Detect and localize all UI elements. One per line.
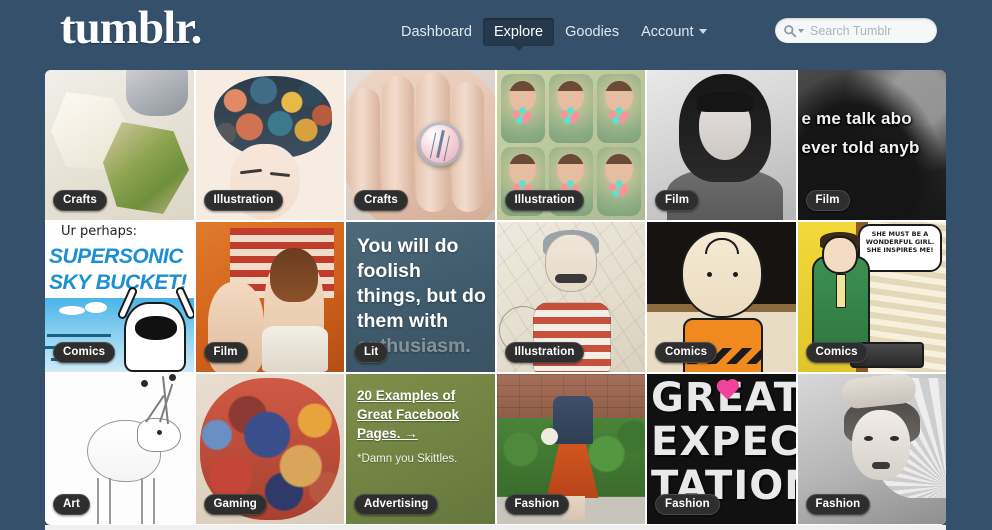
- tile-tag[interactable]: Crafts: [53, 190, 107, 211]
- nav-item-dashboard[interactable]: Dashboard: [390, 18, 483, 46]
- explore-tile[interactable]: Crafts: [346, 70, 495, 220]
- quote-visible-part: You will do foolish things, but do them …: [357, 235, 486, 332]
- tile-tag[interactable]: Film: [203, 342, 248, 363]
- explore-tile[interactable]: Illustration: [496, 222, 645, 372]
- decor-shape: [835, 274, 846, 308]
- page-bottom-strip: [45, 525, 946, 530]
- decor-shape: [153, 478, 155, 524]
- tile-tag[interactable]: Film: [655, 190, 700, 211]
- film-subtitle-line-1: e me talk abo: [801, 109, 912, 128]
- nav-item-goodies[interactable]: Goodies: [554, 18, 630, 46]
- decor-shape: [59, 306, 85, 315]
- decor-shape: [47, 334, 111, 337]
- decor-shape: [137, 418, 181, 452]
- decor-shape: [733, 272, 738, 277]
- poster-line-2: EXPECT: [651, 419, 796, 465]
- nav-item-account[interactable]: Account: [630, 18, 717, 46]
- decor-shape: [821, 236, 858, 274]
- decor-shape: [97, 478, 99, 524]
- decor-shape: [169, 374, 176, 381]
- decor-shape: [382, 76, 414, 208]
- decor-shape: [697, 92, 753, 112]
- quote-text: You will do foolish things, but do them …: [357, 234, 487, 359]
- decor-shape: [889, 436, 899, 441]
- search-scope-chevron-icon[interactable]: [798, 28, 804, 33]
- tile-tag[interactable]: Comics: [655, 342, 718, 363]
- nav-item-explore[interactable]: Explore: [482, 18, 555, 51]
- chevron-down-icon: [698, 28, 707, 34]
- decor-shape: [141, 478, 143, 524]
- decor-shape: [851, 410, 910, 480]
- decor-shape: [141, 380, 148, 387]
- tile-tag[interactable]: Film: [805, 190, 850, 211]
- comic-caption-line1: SUPERSONIC: [49, 245, 183, 268]
- decor-shape: [540, 428, 558, 445]
- decor-shape: [418, 122, 462, 166]
- decor-shape: [109, 478, 111, 524]
- decor-shape: [125, 70, 188, 116]
- tile-tag[interactable]: Fashion: [655, 494, 720, 515]
- tile-tag[interactable]: Comics: [53, 342, 116, 363]
- explore-tile[interactable]: Fashion: [797, 374, 946, 524]
- explore-tile[interactable]: Art: [45, 374, 194, 524]
- decor-shape: [544, 234, 597, 292]
- explore-tile-quote[interactable]: You will do foolish things, but do them …: [346, 222, 495, 372]
- decor-shape: [157, 430, 162, 435]
- comic-caption-main: SUPERSONIC SKY BUCKET!: [49, 244, 192, 296]
- main-navigation: Dashboard Explore Goodies Account: [390, 18, 718, 51]
- tile-tag[interactable]: Illustration: [203, 190, 284, 211]
- explore-tile[interactable]: Fashion: [496, 374, 645, 524]
- decor-shape: [85, 302, 107, 313]
- explore-tile-link[interactable]: 20 Examples of Great Facebook Pages. → *…: [346, 374, 495, 524]
- decor-shape: [596, 74, 641, 143]
- tile-link-text[interactable]: 20 Examples of Great Facebook Pages. →: [357, 386, 485, 443]
- site-header: tumblr. Dashboard Explore Goodies Accoun…: [0, 0, 992, 62]
- explore-tile[interactable]: Ur perhaps: SUPERSONIC SKY BUCKET! Comic…: [45, 222, 194, 372]
- tile-tag[interactable]: Advertising: [354, 494, 439, 515]
- tile-link-subtext: *Damn you Skittles.: [357, 453, 458, 465]
- decor-shape: [261, 326, 328, 372]
- search-icon: [784, 24, 797, 37]
- comic-speech-bubble: SHE MUST BE A WONDERFUL GIRL. SHE INSPIR…: [858, 224, 942, 272]
- decor-shape: [552, 396, 593, 444]
- explore-tile[interactable]: Film: [647, 70, 796, 220]
- tile-tag[interactable]: Lit: [354, 342, 389, 363]
- decor-shape: [269, 248, 318, 302]
- search-input[interactable]: [810, 23, 935, 38]
- explore-tile[interactable]: Crafts: [45, 70, 194, 220]
- tile-tag[interactable]: Gaming: [203, 494, 267, 515]
- decor-shape: [554, 274, 587, 283]
- comic-caption-line2: SKY BUCKET!: [49, 271, 187, 294]
- explore-tile[interactable]: Illustration: [195, 70, 344, 220]
- decor-shape: [863, 436, 873, 441]
- explore-tile[interactable]: Comics: [647, 222, 796, 372]
- explore-tile[interactable]: e me talk abo ever told anyb Film: [797, 70, 946, 220]
- explore-tile[interactable]: GREAT EXPECT TATIONS Fashion: [647, 374, 796, 524]
- explore-grid: Crafts Illustration Crafts Illustration …: [45, 70, 946, 525]
- decor-shape: [548, 74, 593, 143]
- search-box[interactable]: [775, 18, 937, 43]
- tile-tag[interactable]: Illustration: [504, 342, 585, 363]
- decor-shape: [871, 462, 890, 469]
- decor-shape: [596, 147, 641, 216]
- explore-tile[interactable]: SHE MUST BE A WONDERFUL GIRL. SHE INSPIR…: [797, 222, 946, 372]
- decor-shape: [500, 74, 545, 143]
- tile-tag[interactable]: Art: [53, 494, 90, 515]
- tumblr-logo[interactable]: tumblr.: [60, 2, 202, 54]
- explore-tile[interactable]: Film: [195, 222, 344, 372]
- tile-tag[interactable]: Crafts: [354, 190, 408, 211]
- tile-tag[interactable]: Fashion: [805, 494, 871, 515]
- film-subtitle-line-2: ever told anyb: [801, 138, 920, 157]
- tile-tag[interactable]: Comics: [805, 342, 868, 363]
- nav-item-account-label: Account: [641, 24, 694, 40]
- tile-tag[interactable]: Fashion: [504, 494, 570, 515]
- decor-shape: [707, 272, 712, 277]
- decor-shape: [123, 302, 186, 372]
- explore-tile[interactable]: Illustration: [496, 70, 645, 220]
- page-root: tumblr. Dashboard Explore Goodies Accoun…: [0, 0, 992, 530]
- comic-caption-top: Ur perhaps:: [61, 224, 137, 239]
- explore-tile[interactable]: Gaming: [195, 374, 344, 524]
- tile-tag[interactable]: Illustration: [504, 190, 585, 211]
